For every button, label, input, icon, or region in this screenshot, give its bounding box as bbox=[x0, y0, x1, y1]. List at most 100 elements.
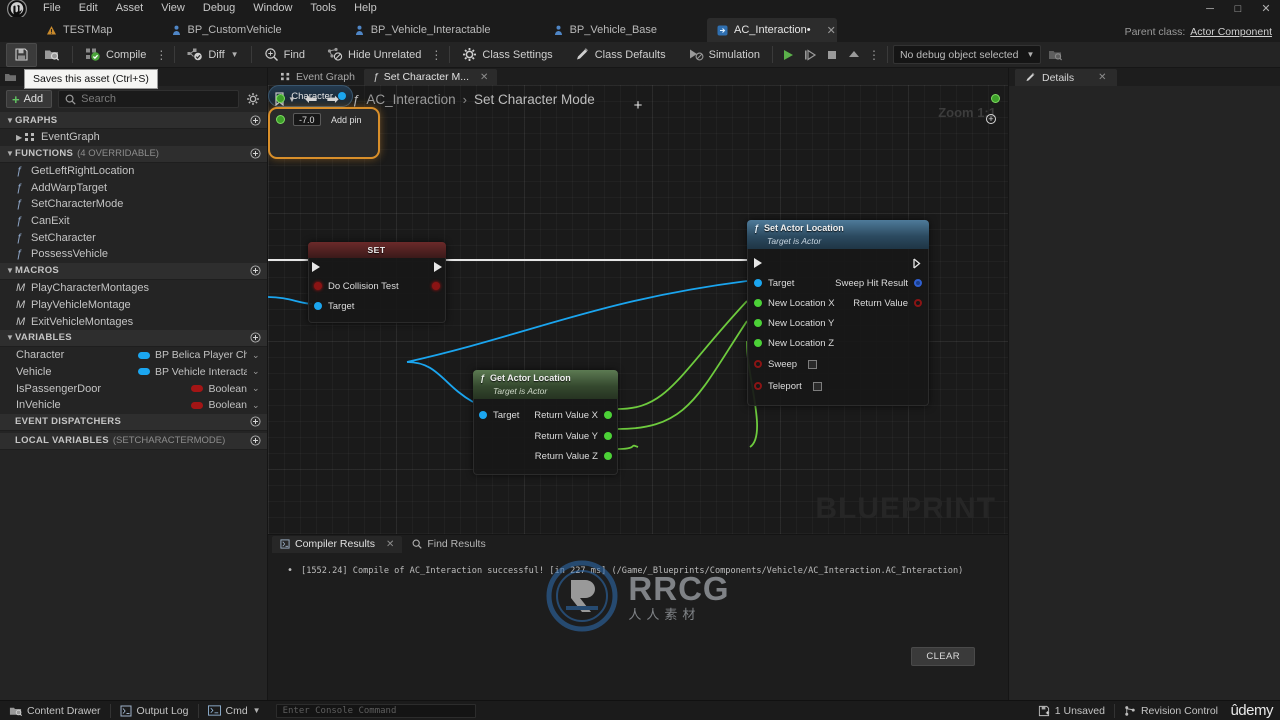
tab-set-character-mode[interactable]: ƒ Set Character M... ✕ bbox=[363, 69, 498, 85]
menu-item-asset[interactable]: Asset bbox=[107, 0, 153, 17]
unreal-logo-icon[interactable] bbox=[0, 0, 34, 19]
menu-item-help[interactable]: Help bbox=[345, 0, 386, 17]
maximize-button[interactable]: □ bbox=[1224, 0, 1252, 17]
minimize-button[interactable]: ─ bbox=[1196, 0, 1224, 17]
pin-return-value[interactable] bbox=[914, 299, 922, 307]
section-header-event-dispatchers[interactable]: ▼ EVENT DISPATCHERS bbox=[0, 413, 267, 431]
pin-do-collision-test[interactable] bbox=[314, 282, 322, 290]
exec-in-pin[interactable] bbox=[312, 262, 320, 272]
chevron-right-icon[interactable]: ▶ bbox=[16, 133, 25, 142]
pin-teleport[interactable] bbox=[754, 382, 762, 390]
add-local-variable-button[interactable] bbox=[250, 435, 261, 446]
hide-unrelated-button[interactable]: Hide Unrelated bbox=[320, 43, 428, 67]
my-blueprint-tab-icon[interactable] bbox=[4, 71, 17, 83]
section-header-macros[interactable]: ▼ MACROS bbox=[0, 262, 267, 280]
chevron-down-icon[interactable]: ⌄ bbox=[252, 383, 262, 394]
content-drawer-button[interactable]: Content Drawer bbox=[0, 702, 110, 720]
menu-item-edit[interactable]: Edit bbox=[70, 0, 107, 17]
pin-new-location-z[interactable] bbox=[754, 339, 762, 347]
menu-item-window[interactable]: Window bbox=[244, 0, 301, 17]
pin-add-b[interactable] bbox=[276, 115, 285, 124]
add-function-button[interactable] bbox=[250, 148, 261, 159]
pin-target[interactable] bbox=[479, 411, 487, 419]
play-button[interactable] bbox=[778, 45, 798, 65]
pin-target[interactable] bbox=[314, 302, 322, 310]
pin-return-value-x[interactable] bbox=[604, 411, 612, 419]
section-header-variables[interactable]: ▼ VARIABLES bbox=[0, 329, 267, 347]
unsaved-button[interactable]: 1 Unsaved bbox=[1029, 702, 1114, 720]
asset-tab-ac-interaction[interactable]: AC_Interaction• ✕ bbox=[707, 18, 838, 42]
output-log-button[interactable]: Output Log bbox=[111, 702, 198, 720]
close-icon[interactable]: ✕ bbox=[480, 72, 488, 83]
list-item-macro[interactable]: M ExitVehicleMontages bbox=[0, 313, 267, 330]
save-button[interactable] bbox=[6, 42, 37, 67]
sweep-checkbox[interactable] bbox=[808, 359, 818, 369]
node-set[interactable]: SET Do Collision Test Target bbox=[308, 242, 446, 323]
pin-new-location-y[interactable] bbox=[754, 319, 762, 327]
list-item-function[interactable]: ƒ PossessVehicle bbox=[0, 246, 267, 263]
node-get-actor-location[interactable]: ƒ Get Actor Location Target is Actor Tar… bbox=[473, 370, 618, 475]
add-graph-button[interactable] bbox=[250, 114, 261, 126]
diff-button[interactable]: Diff ▼ bbox=[180, 43, 245, 67]
pin-sweep-hit-result[interactable] bbox=[914, 279, 922, 287]
add-variable-button[interactable] bbox=[250, 332, 261, 343]
pin-target[interactable] bbox=[754, 279, 762, 287]
debug-object-select[interactable]: No debug object selected ▼ bbox=[892, 45, 1042, 64]
asset-tab-bp-vehicle-interactable[interactable]: BP_Vehicle_Interactable bbox=[344, 18, 503, 42]
pin-return-value-z[interactable] bbox=[604, 452, 612, 460]
close-icon[interactable]: ✕ bbox=[827, 24, 836, 37]
simulation-button[interactable]: Simulation bbox=[681, 43, 767, 67]
compiler-results-body[interactable]: • [1552.24] Compile of AC_Interaction su… bbox=[268, 553, 1008, 701]
asset-tab-bp-customvehicle[interactable]: BP_CustomVehicle bbox=[161, 18, 294, 42]
tab-compiler-results[interactable]: Compiler Results ✕ bbox=[272, 535, 403, 553]
list-item-function[interactable]: ƒ SetCharacterMode bbox=[0, 196, 267, 213]
exec-in-pin[interactable] bbox=[754, 258, 762, 268]
tab-event-graph[interactable]: Event Graph bbox=[272, 69, 364, 85]
class-defaults-button[interactable]: Class Defaults bbox=[568, 43, 673, 67]
console-command-input[interactable]: Enter Console Command bbox=[275, 703, 476, 718]
variable-type[interactable]: BP Vehicle Interacta ⌄ bbox=[138, 366, 267, 378]
asset-tab-bp-vehicle-base[interactable]: BP_Vehicle_Base bbox=[543, 18, 669, 42]
variable-type[interactable]: BP Belica Player Cha ⌄ bbox=[138, 349, 267, 361]
list-item-function[interactable]: ƒ GetLeftRightLocation bbox=[0, 163, 267, 180]
node-set-actor-location[interactable]: ƒ Set Actor Location Target is Actor Tar… bbox=[747, 220, 929, 406]
variable-type[interactable]: Boolean ⌄ bbox=[191, 399, 267, 411]
add-macro-button[interactable] bbox=[250, 265, 261, 276]
list-item-eventgraph[interactable]: ▶ EventGraph bbox=[0, 129, 267, 146]
list-item-variable[interactable]: InVehicle Boolean ⌄ bbox=[0, 397, 267, 414]
add-event-dispatcher-button[interactable] bbox=[250, 416, 261, 427]
hide-unrelated-options-button[interactable]: ⋮ bbox=[428, 48, 444, 62]
add-pin-button[interactable]: + bbox=[986, 114, 996, 124]
close-icon[interactable]: ✕ bbox=[386, 539, 394, 550]
chevron-down-icon[interactable]: ⌄ bbox=[252, 366, 262, 377]
list-item-function[interactable]: ƒ SetCharacter bbox=[0, 229, 267, 246]
pin-new-location-x[interactable] bbox=[754, 299, 762, 307]
debug-browse-button[interactable] bbox=[1041, 43, 1070, 67]
close-icon[interactable]: ✕ bbox=[1098, 72, 1106, 83]
chevron-down-icon[interactable]: ⌄ bbox=[252, 350, 262, 361]
tab-details[interactable]: Details ✕ bbox=[1015, 69, 1117, 86]
find-button[interactable]: Find bbox=[257, 43, 312, 67]
list-item-variable[interactable]: IsPassengerDoor Boolean ⌄ bbox=[0, 380, 267, 397]
tab-find-results[interactable]: Find Results bbox=[404, 536, 493, 553]
add-button[interactable]: + Add bbox=[6, 90, 53, 108]
menu-item-debug[interactable]: Debug bbox=[194, 0, 244, 17]
clear-button[interactable]: CLEAR bbox=[911, 647, 975, 666]
pin-return-value-y[interactable] bbox=[604, 432, 612, 440]
section-header-graphs[interactable]: ▼ GRAPHS bbox=[0, 112, 267, 129]
pin-add-result[interactable] bbox=[991, 94, 1000, 103]
list-item-macro[interactable]: M PlayCharacterMontages bbox=[0, 280, 267, 297]
variable-type[interactable]: Boolean ⌄ bbox=[191, 383, 267, 395]
pin-add-a[interactable] bbox=[276, 94, 285, 103]
class-settings-button[interactable]: Class Settings bbox=[455, 43, 559, 67]
exec-out-pin[interactable] bbox=[913, 257, 922, 269]
stop-button[interactable] bbox=[822, 45, 842, 65]
compile-options-button[interactable]: ⋮ bbox=[153, 48, 169, 62]
step-button[interactable] bbox=[800, 45, 820, 65]
teleport-checkbox[interactable] bbox=[812, 381, 822, 391]
section-header-functions[interactable]: ▼ FUNCTIONS (4 OVERRIDABLE) bbox=[0, 145, 267, 163]
section-header-local-variables[interactable]: ▼ LOCAL VARIABLES (SETCHARACTERMODE) bbox=[0, 432, 267, 450]
add-value-input[interactable]: -7.0 bbox=[293, 113, 321, 126]
parent-class-link[interactable]: Actor Component bbox=[1190, 26, 1272, 38]
menu-item-view[interactable]: View bbox=[152, 0, 194, 17]
